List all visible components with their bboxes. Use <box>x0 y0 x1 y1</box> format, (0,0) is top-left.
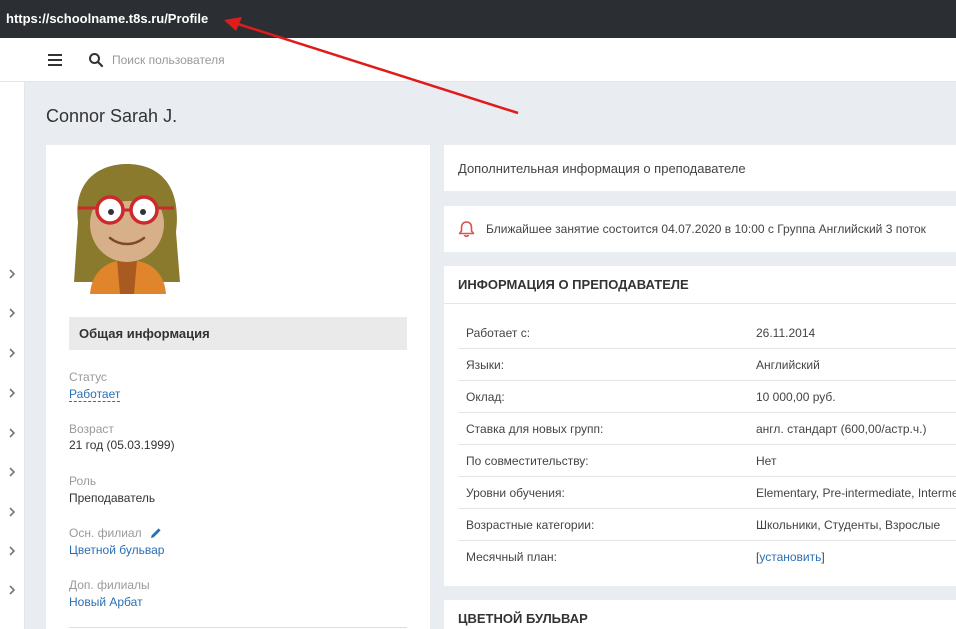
extra-info-card[interactable]: Дополнительная информация о преподавател… <box>444 145 956 191</box>
row-value: Школьники, Студенты, Взрослые <box>756 518 941 532</box>
divider <box>69 627 407 628</box>
row-value: Elementary, Pre-intermediate, Intermedia… <box>756 486 956 500</box>
table-row: По совместительству: Нет <box>458 445 956 477</box>
chevron-right-icon[interactable] <box>8 427 17 439</box>
row-label: Возрастные категории: <box>466 518 595 532</box>
hamburger-menu-icon[interactable] <box>48 54 62 66</box>
table-row: Языки: Английский <box>458 349 956 381</box>
row-label: Месячный план: <box>466 550 557 564</box>
age-label: Возраст <box>69 422 114 436</box>
row-value: англ. стандарт (600,00/астр.ч.) <box>756 422 927 436</box>
teacher-info-title: ИНФОРМАЦИЯ О ПРЕПОДАВАТЕЛЕ <box>458 277 689 292</box>
page-title: Connor Sarah J. <box>46 106 178 126</box>
chevron-right-icon[interactable] <box>8 506 17 518</box>
bell-icon <box>458 221 475 237</box>
age-value: 21 год (05.03.1999) <box>69 438 175 452</box>
url-text[interactable]: https://schoolname.t8s.ru/Profile <box>6 11 208 26</box>
extra-branch-link[interactable]: Новый Арбат <box>69 595 143 609</box>
main-branch-link[interactable]: Цветной бульвар <box>69 543 164 557</box>
general-info-title: Общая информация <box>79 326 210 341</box>
extra-branches-label: Доп. филиалы <box>69 578 150 592</box>
table-row: Работает с: 26.11.2014 <box>458 317 956 349</box>
main-branch-label: Осн. филиал <box>69 526 142 540</box>
next-lesson-text: Ближайшее занятие состоится 04.07.2020 в… <box>486 222 926 236</box>
table-row: Месячный план: [установить] <box>458 541 956 573</box>
teacher-info-header: ИНФОРМАЦИЯ О ПРЕПОДАВАТЕЛЕ <box>444 266 956 304</box>
sidebar <box>0 82 25 629</box>
table-row: Оклад: 10 000,00 руб. <box>458 381 956 413</box>
row-value: 26.11.2014 <box>756 326 816 340</box>
row-label: Работает с: <box>466 326 531 340</box>
row-label: Ставка для новых групп: <box>466 422 604 436</box>
table-row: Возрастные категории: Школьники, Студент… <box>458 509 956 541</box>
row-value: Нет <box>756 454 777 468</box>
branch-section-card: ЦВЕТНОЙ БУЛЬВАР <box>444 600 956 629</box>
chevron-right-icon[interactable] <box>8 347 17 359</box>
chevron-right-icon[interactable] <box>8 268 17 280</box>
table-row: Уровни обучения: Elementary, Pre-interme… <box>458 477 956 509</box>
teacher-info-card: ИНФОРМАЦИЯ О ПРЕПОДАВАТЕЛЕ Работает с: 2… <box>444 266 956 586</box>
row-value: [установить] <box>756 550 825 564</box>
search-icon <box>89 53 104 68</box>
browser-url-bar[interactable]: https://schoolname.t8s.ru/Profile <box>0 0 956 38</box>
row-label: Уровни обучения: <box>466 486 565 500</box>
pencil-edit-icon[interactable] <box>150 527 162 539</box>
extra-info-label: Дополнительная информация о преподавател… <box>458 161 746 176</box>
row-label: Оклад: <box>466 390 505 404</box>
chevron-right-icon[interactable] <box>8 584 17 596</box>
row-label: Языки: <box>466 358 505 372</box>
status-value-link[interactable]: Работает <box>69 387 121 402</box>
status-label: Статус <box>69 370 107 384</box>
row-value: 10 000,00 руб. <box>756 390 836 404</box>
row-label: По совместительству: <box>466 454 589 468</box>
bracket-close: ] <box>821 550 825 564</box>
top-bar <box>0 38 956 82</box>
row-value: Английский <box>756 358 820 372</box>
teacher-avatar <box>74 164 180 294</box>
role-value: Преподаватель <box>69 491 156 505</box>
chevron-right-icon[interactable] <box>8 387 17 399</box>
chevron-right-icon[interactable] <box>8 466 17 478</box>
next-lesson-notice: Ближайшее занятие состоится 04.07.2020 в… <box>444 206 956 252</box>
general-info-header: Общая информация <box>69 317 407 350</box>
chevron-right-icon[interactable] <box>8 307 17 319</box>
chevron-right-icon[interactable] <box>8 545 17 557</box>
branch-section-title: ЦВЕТНОЙ БУЛЬВАР <box>458 611 588 626</box>
set-monthly-plan-link[interactable]: установить <box>759 550 821 564</box>
role-label: Роль <box>69 474 97 488</box>
user-search-input[interactable] <box>112 50 412 70</box>
table-row: Ставка для новых групп: англ. стандарт (… <box>458 413 956 445</box>
